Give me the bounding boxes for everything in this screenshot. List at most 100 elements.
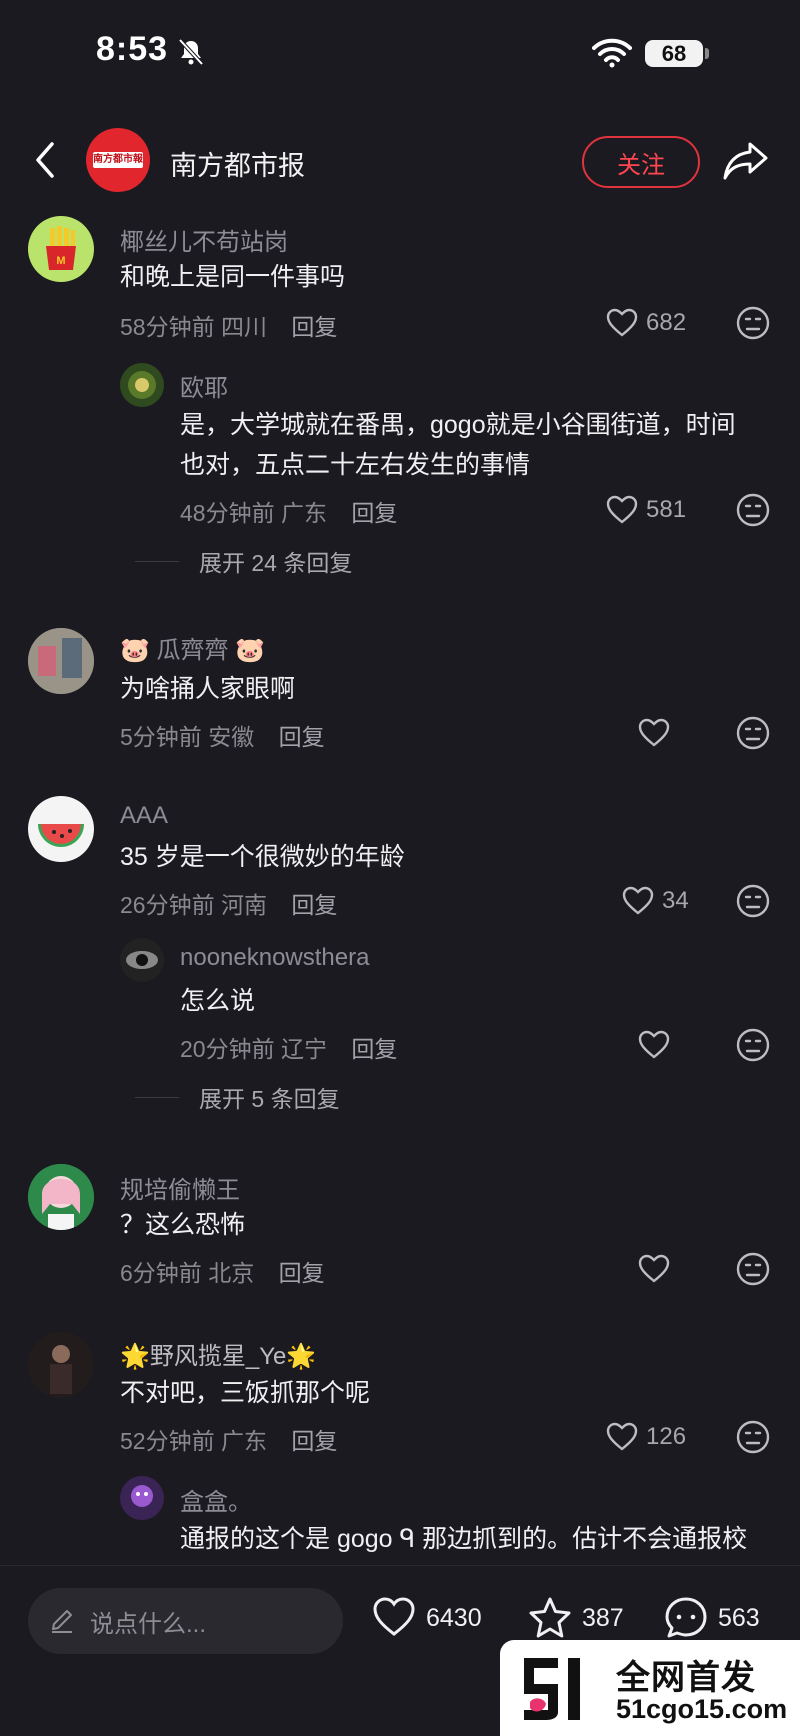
heart-icon [622, 886, 654, 915]
avatar-art-icon [128, 371, 156, 399]
battery-tip [705, 48, 709, 59]
post-like-count: 6430 [426, 1603, 482, 1632]
comment-text: 35 岁是一个很微妙的年龄 [120, 843, 405, 871]
user-avatar[interactable] [28, 1332, 94, 1398]
fries-icon: M [46, 226, 76, 270]
watermark-title: 全网首发 [616, 1659, 756, 1697]
comment-time: 5分钟前 [120, 724, 202, 750]
comment-meta: 5分钟前 安徽 回复 [120, 718, 325, 752]
comment-text-line1: 是，大学城就在番禺，gogo就是小谷围街道，时间 [180, 411, 736, 439]
like-button[interactable]: 682 [606, 306, 686, 340]
dislike-face-icon[interactable] [736, 306, 770, 340]
comment-username[interactable]: nooneknowsthera [180, 944, 369, 972]
comment-input-placeholder: 说点什么... [90, 1610, 207, 1638]
reply-button[interactable]: 回复 [279, 724, 325, 750]
heart-icon [638, 1254, 670, 1283]
expand-replies-button[interactable]: 展开 5 条回复 [135, 1080, 340, 1114]
dislike-face-icon[interactable] [736, 884, 770, 918]
comment-location: 河南 [220, 892, 267, 918]
comment-username[interactable]: 椰丝儿不苟站岗 [120, 222, 288, 257]
like-count: 34 [662, 887, 689, 914]
logo-text: 南方都市報 [93, 152, 143, 168]
comment-username[interactable]: AAA [120, 802, 168, 830]
comment-meta: 52分钟前 广东 回复 [120, 1422, 337, 1456]
watermark: 全网首发 51cgo15.com [500, 1640, 800, 1736]
comment-location: 四川 [220, 314, 267, 340]
heart-icon [606, 1422, 638, 1451]
account-name[interactable]: 南方都市报 [170, 144, 305, 183]
comment-meta: 58分钟前 四川 回复 [120, 308, 337, 342]
dislike-face-icon[interactable] [736, 1420, 770, 1454]
comment-text: ？这么恐怖 [120, 1211, 246, 1239]
heart-icon [638, 1030, 670, 1059]
comment-location: 北京 [208, 1260, 255, 1286]
user-avatar[interactable] [28, 796, 94, 862]
like-button[interactable]: 34 [622, 884, 689, 918]
back-arrow-icon[interactable] [30, 140, 60, 180]
comment-username[interactable]: 盒盒。 [180, 1482, 252, 1517]
comment-username[interactable]: 欧耶 [180, 368, 228, 403]
user-avatar[interactable] [28, 1164, 94, 1230]
comment-location: 广东 [280, 500, 327, 526]
user-avatar[interactable]: M [28, 216, 94, 282]
reply-button[interactable]: 回复 [279, 1260, 325, 1286]
comments-button[interactable]: 563 [664, 1596, 760, 1640]
comment-time: 20分钟前 [180, 1036, 275, 1062]
expand-replies-button[interactable]: 展开 24 条回复 [135, 544, 352, 578]
avatar-photo-icon [28, 628, 94, 694]
heart-icon [373, 1597, 415, 1636]
status-time: 8:53 [96, 30, 169, 68]
like-count: 682 [646, 309, 687, 336]
comment-text: 不对吧，三饭抓那个呢 [120, 1379, 371, 1407]
reply-button[interactable]: 回复 [291, 892, 337, 918]
comment-time: 48分钟前 [180, 500, 275, 526]
follow-button[interactable]: 关注 [582, 136, 700, 188]
reply-button[interactable]: 回复 [351, 500, 397, 526]
expand-replies-label: 展开 24 条回复 [199, 550, 353, 576]
dislike-face-icon[interactable] [736, 1028, 770, 1062]
heart-icon [606, 495, 638, 524]
comment-location: 辽宁 [280, 1036, 327, 1062]
user-avatar[interactable] [120, 938, 164, 982]
reply-button[interactable]: 回复 [291, 314, 337, 340]
user-avatar[interactable] [120, 1476, 164, 1520]
dislike-face-icon[interactable] [736, 1252, 770, 1286]
avatar-eye-icon [126, 951, 158, 969]
reply-button[interactable]: 回复 [291, 1428, 337, 1454]
comment-bubble-icon [665, 1597, 707, 1638]
battery-indicator: 68 [645, 40, 703, 67]
comment-username[interactable]: 规培偷懒王 [120, 1170, 240, 1205]
share-icon[interactable] [722, 140, 768, 182]
comment-text-line2: 也对，五点二十左右发生的事情 [180, 451, 531, 479]
divider-line [135, 560, 179, 562]
dislike-face-icon[interactable] [736, 716, 770, 750]
comment-time: 52分钟前 [120, 1428, 215, 1454]
top-bar: 南方都市報 南方都市报 关注 [0, 120, 800, 200]
like-post-button[interactable]: 6430 [372, 1596, 482, 1640]
favorite-button[interactable]: 387 [528, 1596, 624, 1640]
user-avatar[interactable] [28, 628, 94, 694]
like-button[interactable] [638, 716, 670, 750]
comment-text: 通报的这个是 gogo ᑫ 那边抓到的。估计不会通报校 [180, 1525, 748, 1553]
account-avatar[interactable]: 南方都市報 [86, 128, 150, 192]
comment-meta: 6分钟前 北京 回复 [120, 1254, 325, 1288]
comment-username[interactable]: 🐷 瓜齊齊 🐷 [120, 630, 265, 665]
svg-text:M: M [56, 255, 65, 267]
avatar-anime-icon [28, 1164, 94, 1230]
comment-username[interactable]: 🌟野风揽星_Ye🌟 [120, 1336, 316, 1371]
reply-button[interactable]: 回复 [351, 1036, 397, 1062]
comment-input[interactable]: 说点什么... [28, 1588, 343, 1654]
like-count: 126 [646, 1423, 687, 1450]
dislike-face-icon[interactable] [736, 493, 770, 527]
comment-meta: 26分钟前 河南 回复 [120, 886, 337, 920]
bell-muted-icon [178, 38, 204, 66]
like-button[interactable]: 581 [606, 493, 686, 527]
user-avatar[interactable] [120, 363, 164, 407]
comment-meta: 20分钟前 辽宁 回复 [180, 1030, 397, 1064]
like-button[interactable]: 126 [606, 1420, 686, 1454]
comment-meta: 48分钟前 广东 回复 [180, 494, 397, 528]
comment-location: 广东 [220, 1428, 267, 1454]
like-button[interactable] [638, 1028, 670, 1062]
comment-time: 58分钟前 [120, 314, 215, 340]
like-button[interactable] [638, 1252, 670, 1286]
